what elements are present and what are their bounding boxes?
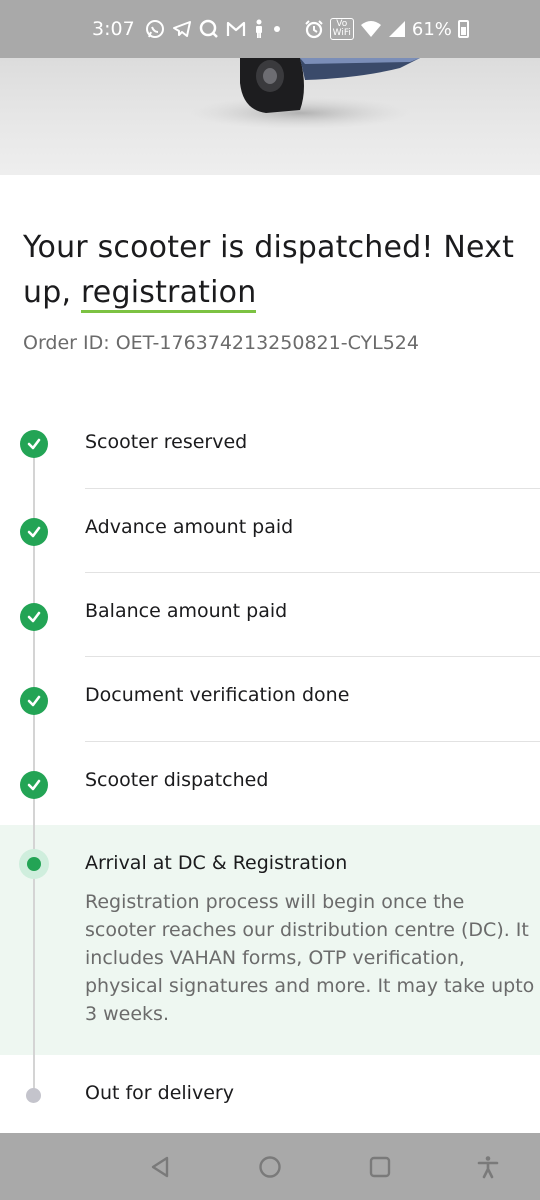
active-step-dot (27, 857, 41, 871)
check-icon (20, 603, 48, 631)
home-icon (259, 1156, 281, 1178)
scooter-hero-image (0, 58, 540, 175)
vowifi-icon: Vo WiFi (329, 18, 354, 40)
notification-icons (145, 19, 282, 39)
recents-icon (369, 1156, 391, 1178)
order-id: Order ID: OET-176374213250821-CYL524 (23, 332, 419, 354)
accessibility-button[interactable] (474, 1153, 502, 1181)
battery-percent: 61% (411, 18, 452, 40)
dot-icon (273, 26, 280, 32)
status-bar: 3:07 Vo WiFi 61% (0, 0, 540, 58)
check-icon (20, 518, 48, 546)
accessibility-icon (477, 1156, 499, 1179)
back-icon (151, 1156, 169, 1178)
step-label-scooter-reserved: Scooter reserved (85, 431, 248, 453)
page-title: Your scooter is dispatched! Next up, reg… (23, 225, 518, 315)
alarm-icon (304, 20, 323, 39)
step-label-document-verification: Document verification done (85, 684, 350, 706)
home-button[interactable] (256, 1153, 284, 1181)
scooter-wheel-illustration (190, 58, 420, 129)
status-time: 3:07 (92, 18, 135, 40)
check-icon (20, 430, 48, 458)
system-icons: Vo WiFi 61% (304, 18, 469, 40)
divider (85, 656, 540, 657)
step-label-out-for-delivery: Out for delivery (85, 1082, 234, 1104)
person-icon (255, 19, 262, 38)
battery-icon (457, 20, 469, 38)
back-button[interactable] (146, 1153, 174, 1181)
title-highlight: registration (80, 275, 257, 313)
check-icon (20, 687, 48, 715)
signal-icon (388, 21, 405, 37)
recents-button[interactable] (366, 1153, 394, 1181)
step-label-scooter-dispatched: Scooter dispatched (85, 769, 269, 791)
step-label-balance-paid: Balance amount paid (85, 600, 288, 622)
whatsapp-icon (145, 20, 164, 38)
step-label-arrival-registration: Arrival at DC & Registration (85, 852, 348, 874)
pending-step-dot (26, 1088, 41, 1103)
step-label-advance-paid: Advance amount paid (85, 516, 294, 538)
search-icon (199, 19, 218, 38)
divider (85, 741, 540, 742)
divider (85, 488, 540, 489)
telegram-icon (172, 21, 191, 37)
active-step-description: Registration process will begin once the… (85, 891, 535, 1025)
gmail-icon (226, 21, 245, 36)
wifi-icon (360, 21, 381, 37)
divider (85, 572, 540, 573)
system-nav-bar (0, 1133, 540, 1200)
check-icon (20, 771, 48, 799)
